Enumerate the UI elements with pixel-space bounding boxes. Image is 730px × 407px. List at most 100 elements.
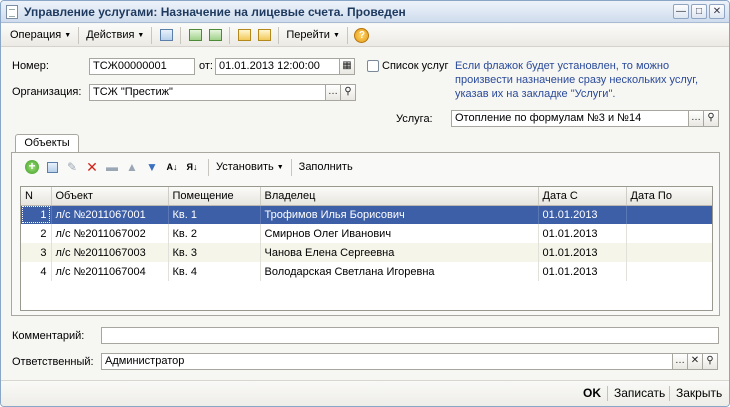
search-icon[interactable]: ⚲ [703,110,719,127]
table-row[interactable]: 3 л/с №2011067003 Кв. 3 Чанова Елена Сер… [21,243,712,262]
footer-bar: OK Записать Закрыть [1,380,729,406]
move-down-icon[interactable]: ▼ [144,159,160,175]
document-icon [6,5,18,19]
movements-icon[interactable] [255,26,273,44]
operation-menu[interactable]: Операция ▼ [7,26,74,45]
chevron-down-icon: ▼ [276,163,284,171]
set-menu[interactable]: Установить ▼ [213,158,287,177]
cell-owner[interactable]: Володарская Светлана Игоревна [260,262,539,281]
cell-date-to[interactable] [626,205,712,224]
maximize-button[interactable]: □ [691,4,707,19]
number-field[interactable]: ТСЖ00000001 [89,58,195,75]
cell-date-to[interactable] [626,224,712,243]
services-list-label: Список услуг [382,60,449,72]
chevron-down-icon: ▼ [332,31,340,39]
clear-icon[interactable]: ✕ [687,353,703,370]
column-header-room[interactable]: Помещение [168,187,261,206]
organization-field[interactable]: ТСЖ "Престиж" [89,84,326,101]
edit-row-icon[interactable]: ✎ [64,159,80,175]
cell-date-to[interactable] [626,262,712,281]
post-document-icon[interactable] [206,26,224,44]
cell-n[interactable]: 1 [21,205,52,224]
window-title: Управление услугами: Назначение на лицев… [24,5,406,19]
sort-descending-icon[interactable]: Я↓ [184,159,200,175]
cell-object[interactable]: л/с №2011067004 [51,262,169,281]
column-header-date-from[interactable]: Дата С [538,187,627,206]
cell-owner[interactable]: Смирнов Олег Иванович [260,224,539,243]
number-label: Номер: [12,60,49,72]
close-button[interactable]: Закрыть [676,386,722,400]
copy-row-icon[interactable] [44,159,60,175]
cell-room[interactable]: Кв. 2 [168,224,261,243]
ok-button[interactable]: OK [583,386,601,400]
select-responsible-button[interactable]: … [672,353,688,370]
add-row-icon[interactable]: + [24,159,40,175]
table-header: N Объект Помещение Владелец Дата С Дата … [21,187,712,206]
cell-date-from[interactable]: 01.01.2013 [538,205,627,224]
cell-n[interactable]: 4 [21,262,52,281]
main-toolbar: Операция ▼ Действия ▼ Перейти ▼ ? [1,24,729,47]
service-label: Услуга: [396,113,433,125]
search-icon[interactable]: ⚲ [702,353,718,370]
end-edit-icon[interactable]: ▬ [104,159,120,175]
cell-object[interactable]: л/с №2011067003 [51,243,169,262]
help-icon[interactable]: ? [353,26,371,44]
goto-menu-label: Перейти [286,29,330,41]
table-row[interactable]: 2 л/с №2011067002 Кв. 2 Смирнов Олег Ива… [21,224,712,243]
search-icon[interactable]: ⚲ [340,84,356,101]
column-header-object[interactable]: Объект [51,187,169,206]
comment-field[interactable] [101,327,719,344]
cell-n[interactable]: 2 [21,224,52,243]
cell-room[interactable]: Кв. 3 [168,243,261,262]
title-bar: Управление услугами: Назначение на лицев… [1,1,729,23]
actions-menu-label: Действия [86,29,135,41]
refresh-icon[interactable] [186,26,204,44]
set-menu-label: Установить [216,161,274,173]
calendar-icon[interactable]: ▦ [339,58,355,75]
cell-room[interactable]: Кв. 1 [168,205,261,224]
date-field[interactable]: 01.01.2013 12:00:00 [215,58,340,75]
comment-label: Комментарий: [12,330,85,342]
sort-ascending-icon[interactable]: A↓ [164,159,180,175]
cell-object[interactable]: л/с №2011067002 [51,224,169,243]
column-header-date-to[interactable]: Дата По [626,187,712,206]
document-window: Управление услугами: Назначение на лицев… [0,0,730,407]
organization-label: Организация: [12,86,82,98]
save-button[interactable]: Записать [614,386,665,400]
select-service-button[interactable]: … [688,110,704,127]
table-row[interactable]: 1 л/с №2011067001 Кв. 1 Трофимов Илья Бо… [21,205,712,224]
goto-menu[interactable]: Перейти ▼ [283,26,343,45]
cell-n[interactable]: 3 [21,243,52,262]
chevron-down-icon: ▼ [137,31,145,39]
minimize-button[interactable]: — [673,4,689,19]
objects-table: N Объект Помещение Владелец Дата С Дата … [20,186,713,311]
cell-owner[interactable]: Чанова Елена Сергеевна [260,243,539,262]
close-window-button[interactable]: ✕ [709,4,725,19]
column-header-owner[interactable]: Владелец [260,187,539,206]
fill-button-label: Заполнить [298,161,353,173]
service-field[interactable]: Отопление по формулам №3 и №14 [451,110,689,127]
structure-icon[interactable] [235,26,253,44]
move-up-icon[interactable]: ▲ [124,159,140,175]
objects-tab-panel: + ✎ ✕ ▬ ▲ ▼ A↓ Я↓ Установить▼ Заполнить [11,152,720,316]
fill-button[interactable]: Заполнить [296,158,356,177]
responsible-field[interactable]: Администратор [101,353,673,370]
operation-menu-label: Операция [10,29,62,41]
actions-menu[interactable]: Действия ▼ [83,26,147,45]
cell-room[interactable]: Кв. 4 [168,262,261,281]
cell-date-to[interactable] [626,243,712,262]
delete-row-icon[interactable]: ✕ [84,159,100,175]
services-list-hint: Если флажок будет установлен, то можно п… [455,60,699,100]
cell-object[interactable]: л/с №2011067001 [51,205,169,224]
table-row[interactable]: 4 л/с №2011067004 Кв. 4 Володарская Свет… [21,262,712,281]
cell-date-from[interactable]: 01.01.2013 [538,243,627,262]
chevron-down-icon: ▼ [64,31,72,39]
column-header-n[interactable]: N [21,187,52,206]
select-organization-button[interactable]: … [325,84,341,101]
cell-date-from[interactable]: 01.01.2013 [538,224,627,243]
cell-date-from[interactable]: 01.01.2013 [538,262,627,281]
services-list-checkbox[interactable] [367,60,379,72]
post-and-close-icon[interactable] [157,26,175,44]
cell-owner[interactable]: Трофимов Илья Борисович [260,205,539,224]
tab-objects[interactable]: Объекты [15,134,79,153]
